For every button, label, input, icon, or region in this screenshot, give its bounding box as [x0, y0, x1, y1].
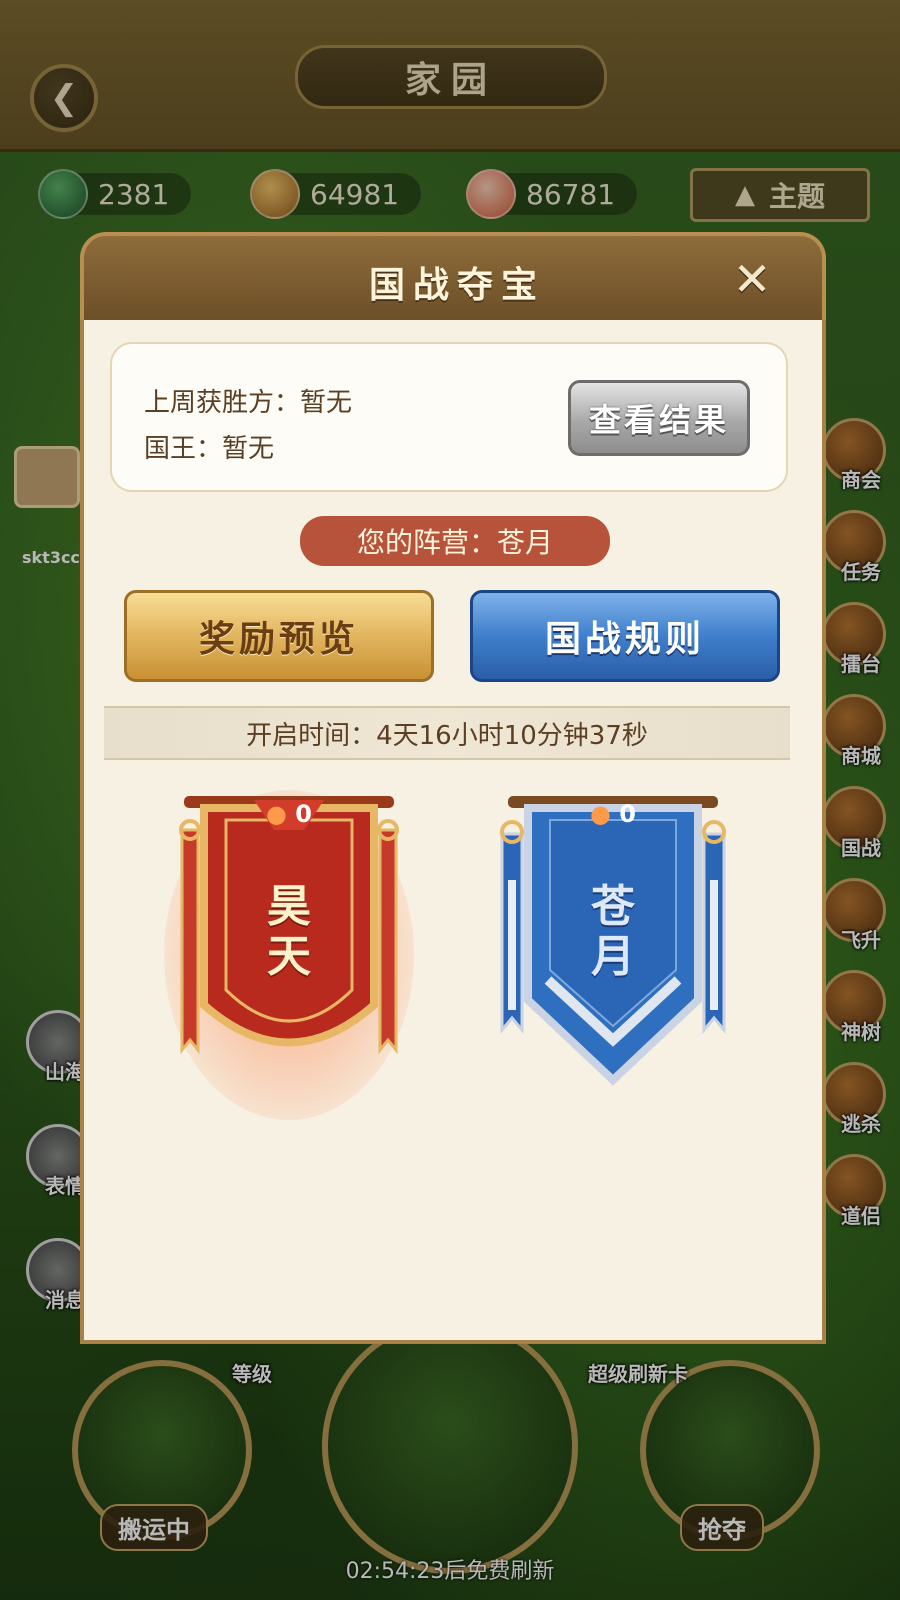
haotian-score-value: 0 [295, 800, 312, 828]
open-time-countdown: 开启时间：4天16小时10分钟37秒 [104, 706, 790, 760]
faction-banner-cangyue[interactable]: ● 0 苍月 [488, 790, 738, 1120]
last-week-info-card: 上周获胜方：暂无 国王：暂无 查看结果 [110, 342, 788, 492]
haotian-name: 昊天 [267, 881, 311, 982]
faction-banner-haotian[interactable]: ● 0 昊天 [164, 790, 414, 1120]
reward-preview-button[interactable]: 奖励预览 [124, 590, 434, 682]
king-info: 国王：暂无 [144, 434, 275, 464]
view-result-button[interactable]: 查看结果 [568, 380, 750, 456]
dialog-body: 上周获胜方：暂无 国王：暂无 查看结果 您的阵营：苍月 奖励预览 国战规则 开启… [80, 320, 826, 1344]
nation-war-rules-button[interactable]: 国战规则 [470, 590, 780, 682]
flame-icon: ● [589, 800, 611, 828]
cangyue-score: ● 0 [488, 800, 738, 828]
flame-icon: ● [265, 800, 287, 828]
cangyue-score-value: 0 [619, 800, 636, 828]
dialog-title: 国战夺宝 [368, 265, 545, 306]
close-icon[interactable]: ✕ [727, 254, 777, 304]
haotian-score: ● 0 [164, 800, 414, 828]
dialog-header: 国战夺宝 ✕ [80, 232, 826, 324]
nation-war-dialog: 国战夺宝 ✕ 上周获胜方：暂无 国王：暂无 查看结果 您的阵营：苍月 奖励预览 … [80, 232, 826, 1344]
cangyue-name: 苍月 [591, 881, 635, 982]
last-week-winner: 上周获胜方：暂无 [144, 388, 353, 418]
my-camp-badge: 您的阵营：苍月 [300, 516, 610, 566]
